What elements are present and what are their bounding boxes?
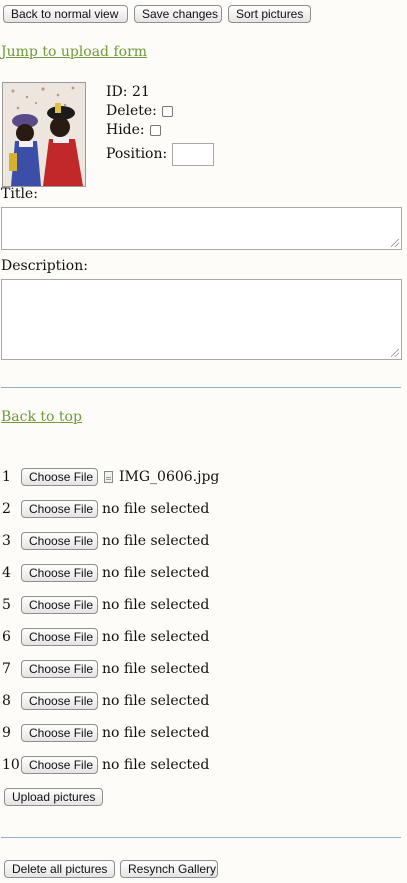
upload-row-number: 4 (2, 565, 11, 581)
title-label: Title: (1, 186, 38, 202)
upload-row: 5 Choose File no file selected (2, 596, 209, 614)
upload-row-filename: no file selected (102, 693, 210, 709)
upload-row-number: 10 (2, 757, 20, 773)
upload-row-number: 8 (2, 693, 11, 709)
choose-file-button[interactable]: Choose File (21, 756, 98, 774)
upload-row: 10 Choose File no file selected (2, 756, 209, 774)
resynch-gallery-button[interactable]: Resynch Gallery (120, 860, 218, 878)
upload-row-number: 6 (2, 629, 11, 645)
back-to-top-link[interactable]: Back to top (1, 409, 82, 425)
back-to-normal-view-button[interactable]: Back to normal view (3, 5, 128, 23)
file-icon (104, 471, 113, 483)
picture-thumbnail[interactable] (2, 82, 86, 187)
position-row: Position: (106, 143, 215, 166)
picture-id-label: ID: (106, 84, 128, 100)
picture-id-value: 21 (131, 84, 150, 100)
hide-label: Hide: (106, 122, 145, 138)
upload-row-filename: no file selected (102, 725, 210, 741)
position-label: Position: (106, 146, 168, 162)
upload-row-filename: IMG_0606.jpg (119, 469, 220, 485)
description-label: Description: (1, 258, 88, 274)
delete-row: Delete: (106, 102, 214, 121)
choose-file-button[interactable]: Choose File (21, 564, 98, 582)
delete-checkbox[interactable] (161, 106, 173, 117)
title-textarea[interactable] (1, 207, 402, 250)
resize-grip-icon[interactable] (391, 239, 399, 247)
upload-row-number: 9 (2, 725, 11, 741)
upload-row-number: 3 (2, 533, 11, 549)
upload-row: 9 Choose File no file selected (2, 724, 209, 742)
choose-file-button[interactable]: Choose File (21, 660, 98, 678)
upload-row-filename: no file selected (102, 757, 210, 773)
choose-file-button[interactable]: Choose File (21, 596, 98, 614)
upload-row-number: 5 (2, 597, 11, 613)
upload-row: 3 Choose File no file selected (2, 532, 209, 550)
upload-row-filename: no file selected (102, 501, 210, 517)
upload-row-filename: no file selected (102, 533, 210, 549)
upload-row-number: 1 (2, 469, 11, 485)
upload-row: 6 Choose File no file selected (2, 628, 209, 646)
sort-pictures-button[interactable]: Sort pictures (228, 5, 311, 23)
description-textarea[interactable] (1, 279, 402, 360)
upload-row: 1 Choose File IMG_0606.jpg (2, 468, 219, 486)
divider (1, 837, 401, 838)
upload-row-filename: no file selected (102, 565, 210, 581)
hide-row: Hide: (106, 121, 214, 140)
upload-pictures-button[interactable]: Upload pictures (4, 788, 103, 806)
upload-row-filename: no file selected (102, 661, 210, 677)
toolbar: Back to normal view Save changes Sort pi… (3, 5, 311, 23)
choose-file-button[interactable]: Choose File (21, 468, 98, 486)
choose-file-button[interactable]: Choose File (21, 692, 98, 710)
upload-row-number: 2 (2, 501, 11, 517)
hide-checkbox[interactable] (149, 125, 161, 136)
picture-meta: ID: 21 Delete: Hide: Position: (106, 83, 215, 166)
picture-thumbnail-image (3, 83, 85, 186)
upload-row-number: 7 (2, 661, 11, 677)
upload-row: 4 Choose File no file selected (2, 564, 209, 582)
footer-actions: Delete all pictures Resynch Gallery (4, 860, 218, 878)
position-input[interactable] (172, 143, 215, 166)
upload-row: 2 Choose File no file selected (2, 500, 209, 518)
jump-to-upload-link[interactable]: Jump to upload form (1, 44, 147, 60)
resize-grip-icon[interactable] (391, 349, 399, 357)
picture-id-row: ID: 21 (106, 83, 214, 102)
upload-row-filename: no file selected (102, 629, 210, 645)
save-changes-button[interactable]: Save changes (134, 5, 222, 23)
upload-row: 8 Choose File no file selected (2, 692, 209, 710)
choose-file-button[interactable]: Choose File (21, 724, 98, 742)
choose-file-button[interactable]: Choose File (21, 500, 98, 518)
choose-file-button[interactable]: Choose File (21, 628, 98, 646)
divider (1, 387, 401, 388)
upload-row: 7 Choose File no file selected (2, 660, 209, 678)
choose-file-button[interactable]: Choose File (21, 532, 98, 550)
upload-row-filename: no file selected (102, 597, 210, 613)
delete-all-pictures-button[interactable]: Delete all pictures (4, 860, 115, 878)
delete-label: Delete: (106, 103, 157, 119)
